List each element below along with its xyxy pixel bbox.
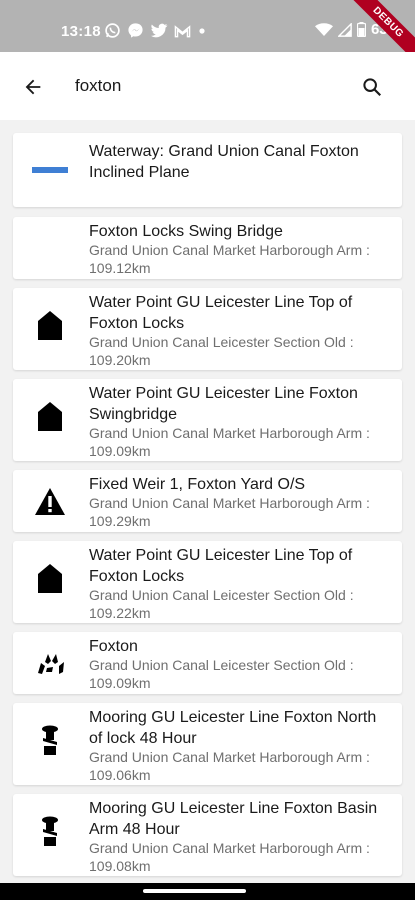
result-subtitle: Grand Union Canal Leicester Section Old …: [89, 587, 354, 603]
result-distance: 109.09km: [89, 443, 151, 459]
water-point-icon: [31, 397, 69, 435]
result-title: Mooring GU Leicester Line Foxton Basin A…: [89, 800, 378, 838]
result-distance: 109.09km: [89, 675, 151, 691]
search-app-bar: foxton: [0, 52, 415, 120]
result-card-waterway[interactable]: Waterway: Grand Union Canal Foxton Incli…: [13, 133, 402, 207]
twitter-icon: [150, 23, 168, 37]
result-distance: 109.06km: [89, 767, 151, 783]
search-button[interactable]: [355, 70, 389, 104]
result-card[interactable]: Water Point GU Leicester Line Top of Fox…: [13, 288, 402, 370]
result-distance: 109.29km: [89, 513, 151, 529]
result-title: Foxton Locks Swing Bridge: [89, 223, 283, 240]
arrow-left-icon: [25, 79, 41, 95]
result-subtitle: Grand Union Canal Market Harborough Arm …: [89, 840, 370, 856]
result-subtitle: Grand Union Canal Market Harborough Arm …: [89, 425, 370, 441]
result-subtitle: Grand Union Canal Market Harborough Arm …: [89, 242, 370, 258]
back-button[interactable]: [16, 70, 50, 104]
gmail-icon: [174, 24, 191, 37]
search-icon: [363, 78, 382, 97]
water-point-icon: [31, 559, 69, 597]
water-point-icon: [31, 306, 69, 344]
status-bar: 13:18 63% DEBUG: [0, 0, 415, 68]
result-distance: 109.20km: [89, 352, 151, 368]
search-input[interactable]: foxton: [75, 76, 121, 96]
notification-icons: [104, 22, 207, 39]
system-nav-bar: [0, 883, 415, 900]
result-title: Water Point GU Leicester Line Top of Fox…: [89, 547, 353, 585]
dot-icon: [199, 27, 205, 34]
mooring-bollard-icon: [31, 812, 69, 850]
mooring-bollard-icon: [31, 721, 69, 759]
result-title: Water Point GU Leicester Line Foxton Swi…: [89, 385, 358, 423]
home-gesture-handle[interactable]: [143, 889, 246, 893]
waterway-line-icon: [31, 151, 69, 189]
result-title: Foxton: [89, 638, 138, 655]
result-distance: 109.12km: [89, 260, 151, 276]
result-card[interactable]: Water Point GU Leicester Line Top of Fox…: [13, 541, 402, 623]
result-title: Fixed Weir 1, Foxton Yard O/S: [89, 476, 306, 493]
whatsapp-icon: [105, 23, 120, 38]
messenger-icon: [128, 23, 143, 38]
wifi-icon: [314, 22, 333, 36]
result-subtitle: Grand Union Canal Leicester Section Old …: [89, 657, 354, 673]
result-subtitle: Grand Union Canal Market Harborough Arm …: [89, 749, 370, 765]
place-icon: [31, 644, 69, 682]
result-card[interactable]: Fixed Weir 1, Foxton Yard O/S Grand Unio…: [13, 470, 402, 532]
signal-icon: [337, 22, 352, 37]
result-card[interactable]: Mooring GU Leicester Line Foxton Basin A…: [13, 794, 402, 876]
result-distance: 109.22km: [89, 605, 151, 621]
status-time: 13:18: [61, 23, 101, 40]
result-distance: 109.08km: [89, 858, 151, 874]
battery-icon: [356, 22, 366, 37]
result-card[interactable]: Foxton Locks Swing Bridge Grand Union Ca…: [13, 217, 402, 279]
result-title: Mooring GU Leicester Line Foxton North o…: [89, 709, 377, 747]
result-card[interactable]: Water Point GU Leicester Line Foxton Swi…: [13, 379, 402, 461]
result-subtitle: Grand Union Canal Leicester Section Old …: [89, 334, 354, 350]
result-title: Water Point GU Leicester Line Top of Fox…: [89, 294, 353, 332]
result-subtitle: Grand Union Canal Market Harborough Arm …: [89, 495, 370, 511]
warning-icon: [31, 483, 69, 521]
result-card[interactable]: Foxton Grand Union Canal Leicester Secti…: [13, 632, 402, 694]
result-title: Waterway: Grand Union Canal Foxton Incli…: [89, 143, 359, 181]
result-card[interactable]: Mooring GU Leicester Line Foxton North o…: [13, 703, 402, 785]
